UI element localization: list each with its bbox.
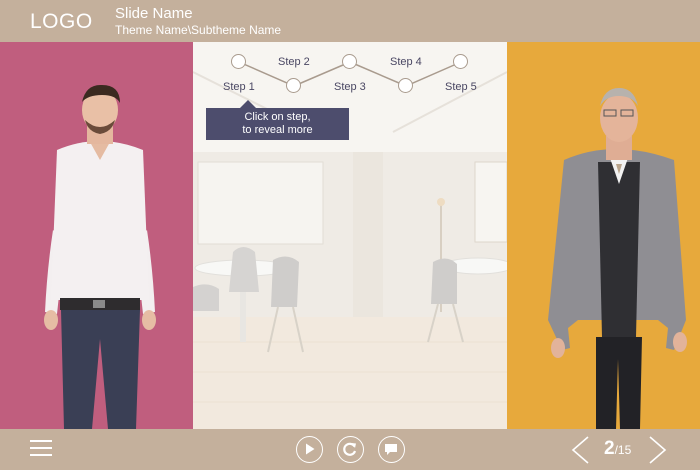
hint-tooltip: Click on step, to reveal more <box>206 108 349 140</box>
slide-title: Slide Name <box>115 5 193 22</box>
theme-path: Theme Name\Subtheme Name <box>115 23 282 37</box>
step-3-dot[interactable] <box>342 54 357 69</box>
senior-man-image <box>548 88 687 429</box>
young-man-image <box>44 84 156 429</box>
step-5-label[interactable]: Step 5 <box>445 81 477 93</box>
play-icon <box>306 443 315 455</box>
tooltip-line-2: to reveal more <box>242 124 313 136</box>
step-1-label[interactable]: Step 1 <box>223 81 255 93</box>
footer-bar: 2/15 <box>0 429 700 470</box>
next-arrow-icon[interactable] <box>648 435 668 465</box>
replay-icon <box>343 442 357 456</box>
play-button[interactable] <box>296 436 323 463</box>
step-2-label[interactable]: Step 2 <box>278 56 310 68</box>
page-current: 2 <box>604 438 615 459</box>
tooltip-arrow <box>240 100 256 108</box>
step-5-dot[interactable] <box>453 54 468 69</box>
page-counter: 2/15 <box>604 438 631 460</box>
chat-button[interactable] <box>378 436 405 463</box>
prev-arrow-icon[interactable] <box>570 435 590 465</box>
header-bar: LOGO Slide Name Theme Name\Subtheme Name <box>0 0 700 42</box>
step-4-dot[interactable] <box>398 78 413 93</box>
step-3-label[interactable]: Step 3 <box>334 81 366 93</box>
step-1-dot[interactable] <box>231 54 246 69</box>
page-total: /15 <box>614 443 632 457</box>
menu-icon[interactable] <box>30 440 52 459</box>
step-2-dot[interactable] <box>286 78 301 93</box>
step-4-label[interactable]: Step 4 <box>390 56 422 68</box>
logo: LOGO <box>30 10 93 33</box>
replay-button[interactable] <box>337 436 364 463</box>
chat-icon <box>385 444 397 455</box>
tooltip-line-1: Click on step, <box>244 111 311 123</box>
